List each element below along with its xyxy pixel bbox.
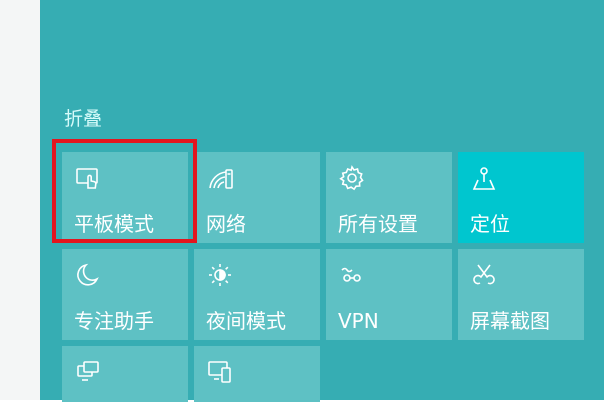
moon-icon — [74, 261, 102, 289]
collapse-link[interactable]: 折叠 — [64, 104, 102, 131]
connect-icon — [206, 358, 234, 386]
tile-label: VPN — [338, 309, 379, 333]
network-icon — [206, 164, 234, 192]
location-icon — [470, 164, 498, 192]
screen-snip-icon — [470, 261, 498, 289]
focus-assist-tile[interactable]: 专注助手 — [62, 249, 188, 340]
project-icon — [74, 358, 102, 386]
brightness-icon — [206, 261, 234, 289]
tile-label: 屏幕截图 — [470, 309, 550, 333]
vpn-icon — [338, 261, 366, 289]
tablet-mode-tile[interactable]: 平板模式 — [62, 152, 188, 243]
project-tile[interactable] — [62, 346, 188, 402]
all-settings-tile[interactable]: 所有设置 — [326, 152, 452, 243]
settings-gear-icon — [338, 164, 366, 192]
vpn-tile[interactable]: VPN — [326, 249, 452, 340]
tile-label: 网络 — [206, 212, 246, 236]
tile-label: 专注助手 — [74, 309, 154, 333]
connect-tile[interactable] — [194, 346, 320, 402]
network-tile[interactable]: 网络 — [194, 152, 320, 243]
tile-label: 所有设置 — [338, 212, 418, 236]
tablet-mode-icon — [74, 164, 102, 192]
screen-snip-tile[interactable]: 屏幕截图 — [458, 249, 584, 340]
background-window-edge — [0, 0, 40, 400]
tile-label: 平板模式 — [74, 212, 154, 236]
location-tile[interactable]: 定位 — [458, 152, 584, 243]
tile-label: 定位 — [470, 212, 510, 236]
tile-label: 夜间模式 — [206, 309, 286, 333]
night-light-tile[interactable]: 夜间模式 — [194, 249, 320, 340]
